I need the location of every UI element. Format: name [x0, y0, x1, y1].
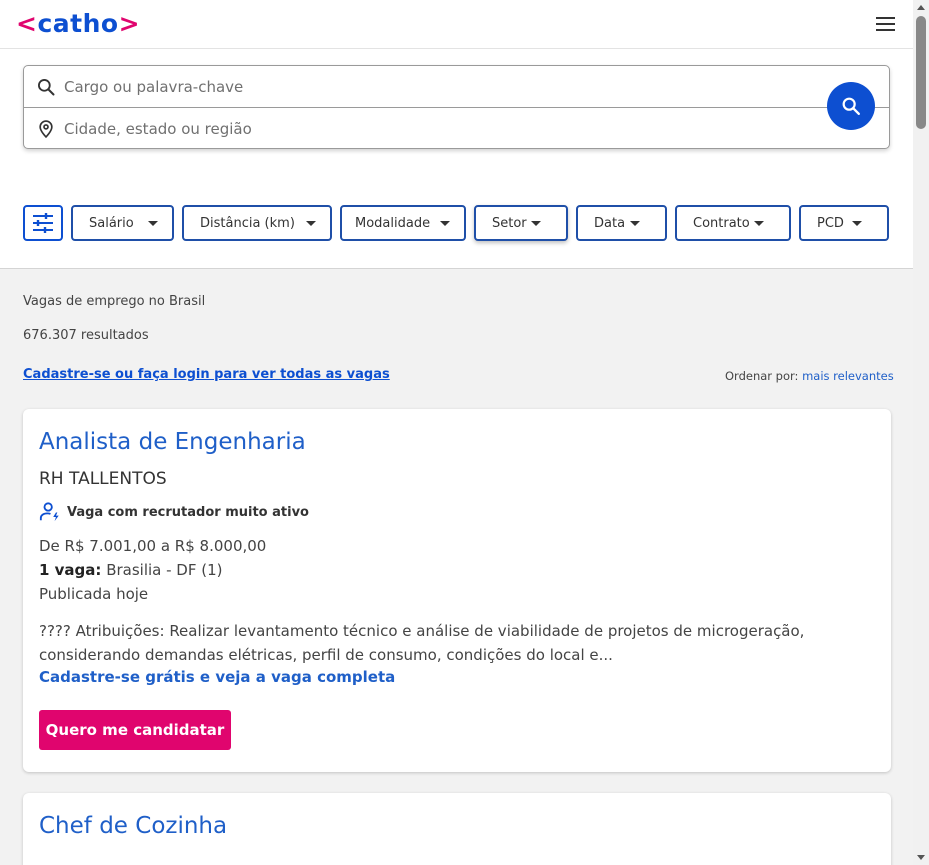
caret-down-icon	[754, 221, 764, 226]
caret-down-icon	[852, 221, 862, 226]
location-row	[24, 108, 889, 150]
search-icon	[842, 97, 860, 115]
sort-label: Ordenar por:	[725, 369, 799, 383]
job-card: Chef de Cozinha	[23, 793, 891, 865]
filter-label: Contrato	[693, 215, 750, 231]
logo-left-chevron: <	[16, 9, 38, 38]
recruiter-badge: Vaga com recrutador muito ativo	[39, 501, 309, 523]
job-title[interactable]: Analista de Engenharia	[39, 429, 306, 455]
filter-pcd[interactable]: PCD	[799, 205, 889, 241]
location-pin-icon	[39, 120, 53, 139]
filter-label: Distância (km)	[200, 215, 295, 231]
search-box	[23, 65, 890, 149]
login-link[interactable]: Cadastre-se ou faça login para ver todas…	[23, 367, 390, 382]
filter-salario[interactable]: Salário	[71, 205, 174, 241]
caret-down-icon	[306, 221, 316, 226]
job-company: RH TALLENTOS	[39, 469, 167, 489]
caret-down-icon	[630, 221, 640, 226]
filter-contrato[interactable]: Contrato	[675, 205, 791, 241]
filter-distancia[interactable]: Distância (km)	[182, 205, 332, 241]
sliders-icon	[33, 213, 53, 233]
logo-text: catho	[37, 9, 119, 38]
scrollbar-track[interactable]	[913, 0, 929, 865]
filter-label: Modalidade	[355, 215, 431, 231]
active-recruiter-icon	[39, 502, 59, 522]
results-heading: Vagas de emprego no Brasil	[23, 294, 206, 309]
vacancies-label: 1 vaga:	[39, 561, 102, 579]
search-button[interactable]	[827, 82, 875, 130]
filter-modalidade[interactable]: Modalidade	[340, 205, 466, 241]
scroll-down-arrow-icon[interactable]	[917, 855, 925, 860]
job-card: Analista de Engenharia RH TALLENTOS Vaga…	[23, 409, 891, 772]
signup-link[interactable]: Cadastre-se grátis e veja a vaga complet…	[39, 668, 395, 686]
results-count: 676.307 resultados	[23, 328, 149, 343]
location-input[interactable]	[64, 114, 804, 144]
caret-down-icon	[148, 221, 158, 226]
keyword-row	[24, 66, 889, 108]
sort-select[interactable]: mais relevantes	[802, 369, 894, 383]
filter-label: PCD	[817, 215, 844, 231]
job-location: Brasilia - DF (1)	[106, 561, 223, 579]
logo-right-chevron: >	[118, 9, 141, 38]
job-description: ???? Atribuições: Realizar levantamento …	[39, 622, 805, 664]
sort-control: Ordenar por: mais relevantes	[725, 369, 894, 383]
job-published: Publicada hoje	[39, 585, 149, 603]
filter-label: Setor	[492, 215, 527, 231]
search-panel: Salário Distância (km) Modalidade Setor …	[0, 49, 913, 269]
scrollbar-thumb[interactable]	[916, 16, 926, 129]
top-bar: <catho>	[0, 0, 913, 49]
filter-label: Salário	[89, 215, 134, 231]
filter-setor[interactable]: Setor	[474, 205, 568, 241]
job-title[interactable]: Chef de Cozinha	[39, 813, 227, 839]
apply-button[interactable]: Quero me candidatar	[39, 710, 231, 750]
hamburger-menu-icon[interactable]	[876, 17, 896, 33]
scroll-up-arrow-icon[interactable]	[917, 5, 925, 10]
job-vacancies: 1 vaga: Brasilia - DF (1)	[39, 561, 223, 579]
filter-label: Data	[594, 215, 626, 231]
catho-logo[interactable]: <catho>	[16, 9, 140, 38]
job-salary: De R$ 7.001,00 a R$ 8.000,00	[39, 537, 267, 555]
filters-button[interactable]	[23, 205, 63, 241]
caret-down-icon	[531, 221, 541, 226]
filter-data[interactable]: Data	[576, 205, 667, 241]
caret-down-icon	[440, 221, 450, 226]
search-icon	[38, 79, 55, 96]
keyword-input[interactable]	[64, 72, 804, 102]
recruiter-badge-label: Vaga com recrutador muito ativo	[67, 504, 309, 520]
